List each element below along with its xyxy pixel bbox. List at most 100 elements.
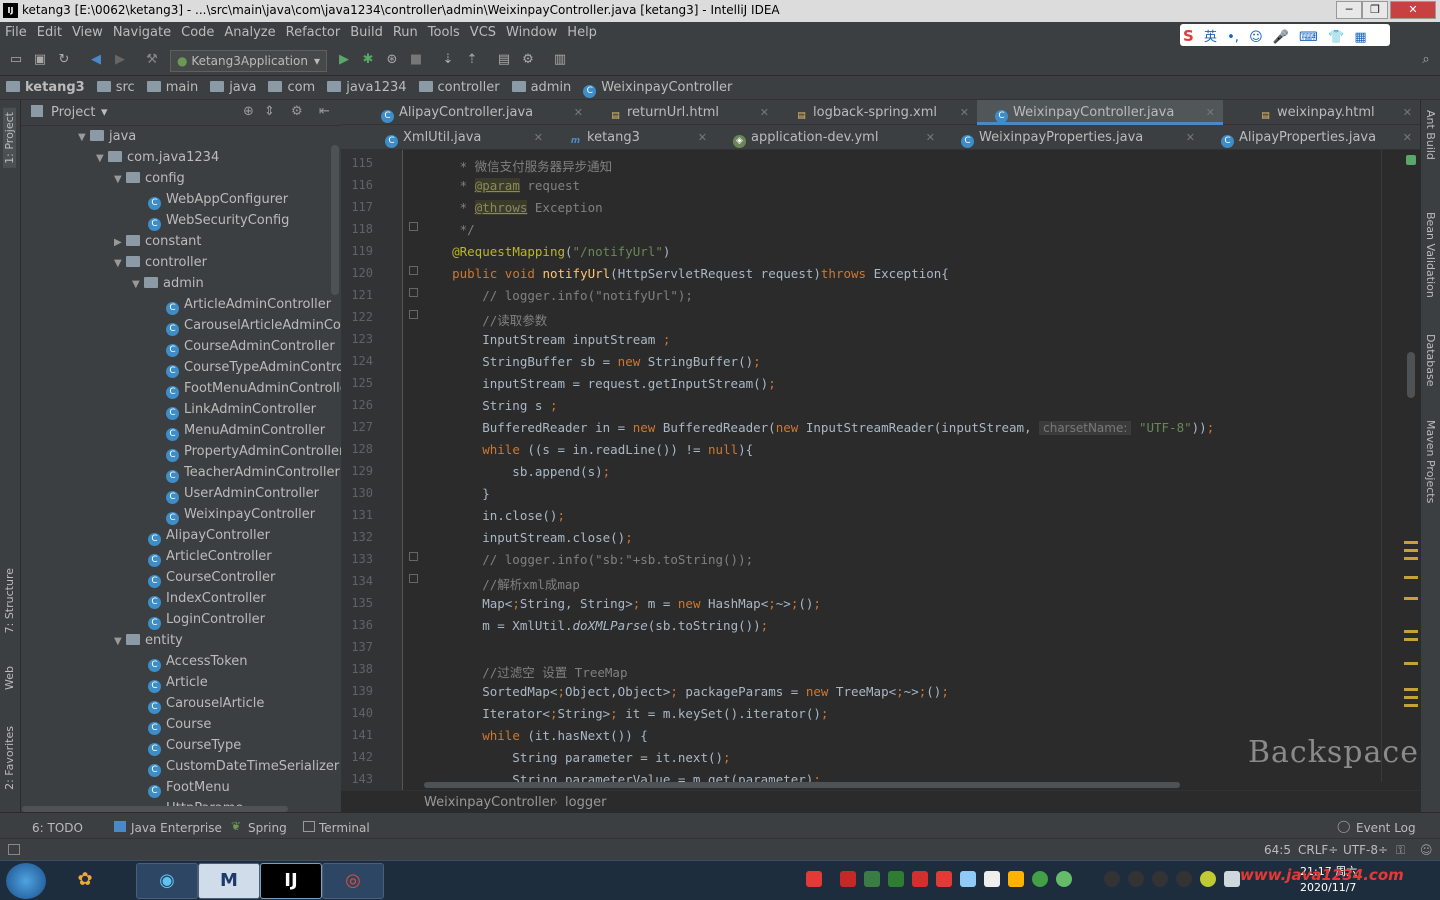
volume-icon[interactable] <box>1224 871 1240 887</box>
start-button[interactable] <box>6 863 46 899</box>
chevron-down-icon[interactable]: ▼ <box>132 274 144 295</box>
tree-node[interactable]: ▼ java <box>78 126 136 147</box>
close-tab-icon[interactable]: ✕ <box>960 100 969 125</box>
tree-node[interactable]: C IndexController <box>148 588 266 609</box>
editor-tab[interactable]: C AlipayController.java ✕ <box>363 100 591 125</box>
sdk-icon[interactable]: ▥ <box>552 52 568 68</box>
tray-app-icon[interactable] <box>1200 871 1216 887</box>
menu-help[interactable]: Help <box>562 25 602 40</box>
editor-tab[interactable]: ▤ weixinpay.html ✕ <box>1241 100 1420 125</box>
nav-crumb[interactable]: controller <box>413 80 506 95</box>
tree-node[interactable]: C WebAppConfigurer <box>148 189 288 210</box>
editor-tab[interactable]: m ketang3 ✕ <box>551 125 715 150</box>
ime-emoji-icon[interactable]: ☺ <box>1249 30 1263 45</box>
tree-node[interactable]: C LinkAdminController <box>166 399 316 420</box>
tree-node[interactable]: ▼ config <box>114 168 185 189</box>
browser-app-icon[interactable]: ◉ <box>136 863 198 899</box>
caret-position[interactable]: 64:5 <box>1264 843 1291 857</box>
ime-tools-icon[interactable]: ▦ <box>1354 30 1366 45</box>
tray-app-icon[interactable] <box>840 871 856 887</box>
settings-icon[interactable]: ⚙ <box>520 52 536 68</box>
favorites-tool-tab[interactable]: 2: Favorites <box>3 726 16 790</box>
tree-node[interactable]: C CarouselArticle <box>148 693 264 714</box>
open-folder-icon[interactable]: ▭ <box>8 52 24 68</box>
qq-icon[interactable] <box>1104 871 1120 887</box>
inspection-ok-icon[interactable] <box>1406 155 1416 165</box>
warning-marker[interactable] <box>1404 541 1418 544</box>
commit-icon[interactable]: ⇡ <box>464 52 480 68</box>
locate-icon[interactable]: ⊕ <box>243 104 254 119</box>
breadcrumb-class[interactable]: WeixinpayController <box>424 795 555 810</box>
ime-lang-toggle[interactable]: 英 <box>1204 26 1217 45</box>
tree-node[interactable]: C MenuAdminController <box>166 420 325 441</box>
menu-refactor[interactable]: Refactor <box>281 25 346 40</box>
tray-app-icon[interactable] <box>984 871 1000 887</box>
editor-tab[interactable]: ▤ returnUrl.html ✕ <box>591 100 777 125</box>
project-structure-icon[interactable]: ▤ <box>496 52 512 68</box>
tree-node[interactable]: ▼ com.java1234 <box>96 147 219 168</box>
database-tool-tab[interactable]: Database <box>1424 334 1437 387</box>
close-tab-icon[interactable]: ✕ <box>1403 125 1412 150</box>
bean-validation-tool-tab[interactable]: Bean Validation <box>1424 212 1437 298</box>
warning-marker[interactable] <box>1404 704 1418 707</box>
inspector-icon[interactable]: ☺ <box>1420 843 1433 857</box>
close-window-button[interactable]: ✕ <box>1390 1 1436 19</box>
warning-marker[interactable] <box>1404 630 1418 633</box>
sync-icon[interactable]: ↻ <box>56 52 72 68</box>
tree-node[interactable]: C CourseType <box>148 735 241 756</box>
tree-node[interactable]: C CourseAdminController <box>166 336 335 357</box>
warning-marker[interactable] <box>1404 662 1418 665</box>
nav-crumb[interactable]: admin <box>506 80 578 95</box>
menu-build[interactable]: Build <box>345 25 388 40</box>
sogou-logo-icon[interactable]: S <box>1183 27 1194 45</box>
tree-node[interactable]: C WeixinpayController <box>166 504 315 525</box>
menu-code[interactable]: Code <box>176 25 219 40</box>
sogou-tray-icon[interactable] <box>806 871 822 887</box>
forward-icon[interactable]: ▶ <box>112 52 128 68</box>
chevron-down-icon[interactable]: ▼ <box>78 127 90 148</box>
fold-marker-icon[interactable] <box>409 222 418 231</box>
menu-navigate[interactable]: Navigate <box>108 25 176 40</box>
hide-panel-icon[interactable]: ⇤ <box>319 104 330 119</box>
chevron-down-icon[interactable]: ▼ <box>114 253 126 274</box>
tree-scrollbar[interactable] <box>331 145 339 295</box>
tree-node[interactable]: C UserAdminController <box>166 483 319 504</box>
ant-build-tool-tab[interactable]: Ant Build <box>1424 110 1437 160</box>
ime-voice-icon[interactable]: 🎤 <box>1273 30 1289 45</box>
ime-skin-icon[interactable]: 👕 <box>1328 30 1344 45</box>
tool-windows-icon[interactable] <box>8 844 20 855</box>
tree-node[interactable]: C ArticleController <box>148 546 272 567</box>
editor-tab[interactable]: C WeixinpayController.java ✕ <box>977 100 1223 125</box>
run-config-select[interactable]: ● Ketang3Application ▾ <box>170 50 327 72</box>
wechat-icon[interactable] <box>1032 871 1048 887</box>
editor-vertical-scrollbar[interactable] <box>1407 352 1415 398</box>
terminal-tab[interactable]: Terminal <box>319 821 370 835</box>
chevron-down-icon[interactable]: ▼ <box>96 148 108 169</box>
menu-window[interactable]: Window <box>501 25 562 40</box>
tree-node[interactable]: C CourseController <box>148 567 275 588</box>
warning-marker[interactable] <box>1404 638 1418 641</box>
warning-marker[interactable] <box>1404 557 1418 560</box>
fold-marker-icon[interactable] <box>409 552 418 561</box>
web-tool-tab[interactable]: Web <box>3 666 16 690</box>
project-panel-title[interactable]: Project <box>51 105 95 120</box>
editor-tab[interactable]: ◈ application-dev.yml ✕ <box>715 125 943 150</box>
breadcrumb-field[interactable]: logger <box>565 795 606 810</box>
menu-tools[interactable]: Tools <box>423 25 465 40</box>
tray-app-icon[interactable] <box>936 871 952 887</box>
lock-icon[interactable]: ⚿ <box>1396 843 1405 858</box>
warning-marker[interactable] <box>1404 597 1418 600</box>
nav-crumb[interactable]: com <box>262 80 321 95</box>
close-tab-icon[interactable]: ✕ <box>1186 125 1195 150</box>
editor-tab[interactable]: ▤ logback-spring.xml ✕ <box>777 100 977 125</box>
tree-node[interactable]: C PropertyAdminController <box>166 441 341 462</box>
menu-file[interactable]: File <box>0 25 32 40</box>
fold-marker-icon[interactable] <box>409 288 418 297</box>
maximize-button[interactable]: ❐ <box>1362 1 1388 19</box>
project-tool-tab[interactable]: 1: Project <box>3 108 16 168</box>
tree-node[interactable]: ▶ constant <box>114 231 202 252</box>
warning-marker[interactable] <box>1404 696 1418 699</box>
tree-node[interactable]: C FootMenu <box>148 777 230 798</box>
search-everywhere-icon[interactable]: ⌕ <box>1418 52 1434 68</box>
close-tab-icon[interactable]: ✕ <box>926 125 935 150</box>
